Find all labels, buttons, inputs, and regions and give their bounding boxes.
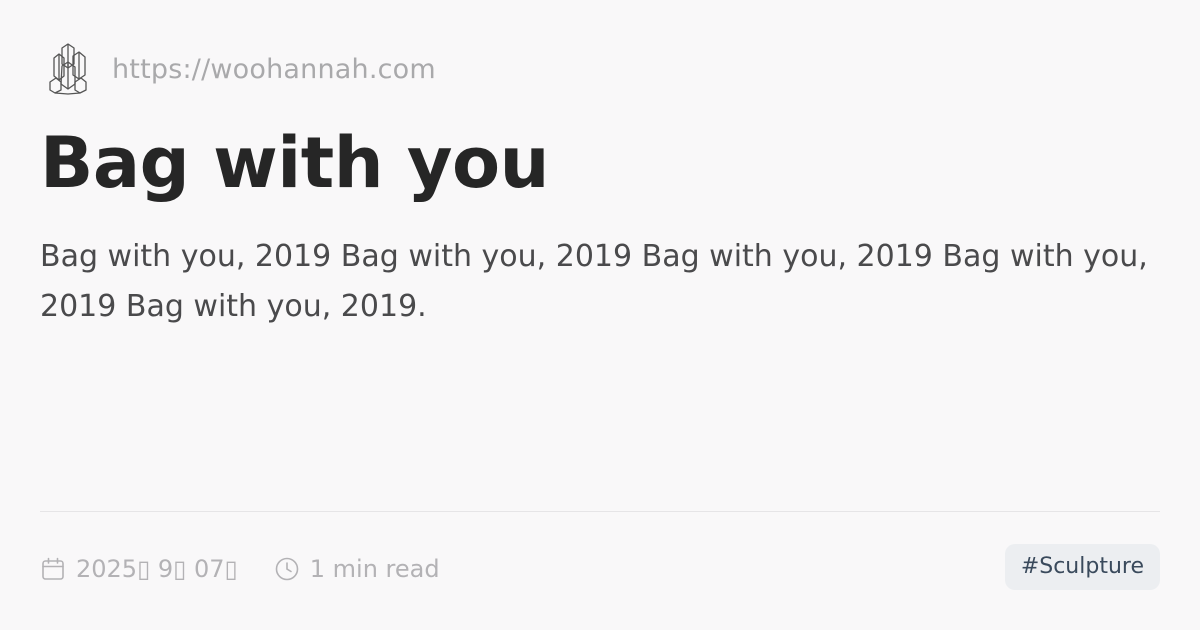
tag-sculpture[interactable]: #Sculpture — [1004, 544, 1160, 590]
read-time-text: 1 min read — [309, 555, 440, 583]
calendar-icon — [42, 557, 64, 580]
publish-date: 2025▯ 9▯ 07▯ — [40, 555, 238, 583]
post-meta: 2025▯ 9▯ 07▯ 1 min read — [40, 550, 440, 588]
footer-divider — [40, 511, 1160, 512]
post-title: Bag with you — [40, 122, 549, 204]
site-url[interactable]: https://woohannah.com — [112, 54, 436, 85]
og-card: https://woohannah.com Bag with you Bag w… — [0, 0, 1200, 630]
clock-icon — [275, 557, 299, 581]
post-description: Bag with you, 2019 Bag with you, 2019 Ba… — [40, 239, 1148, 324]
read-time: 1 min read — [274, 555, 440, 583]
site-header[interactable]: https://woohannah.com — [46, 42, 436, 96]
publish-date-text: 2025▯ 9▯ 07▯ — [76, 555, 238, 583]
crystal-logo-icon — [49, 43, 87, 95]
